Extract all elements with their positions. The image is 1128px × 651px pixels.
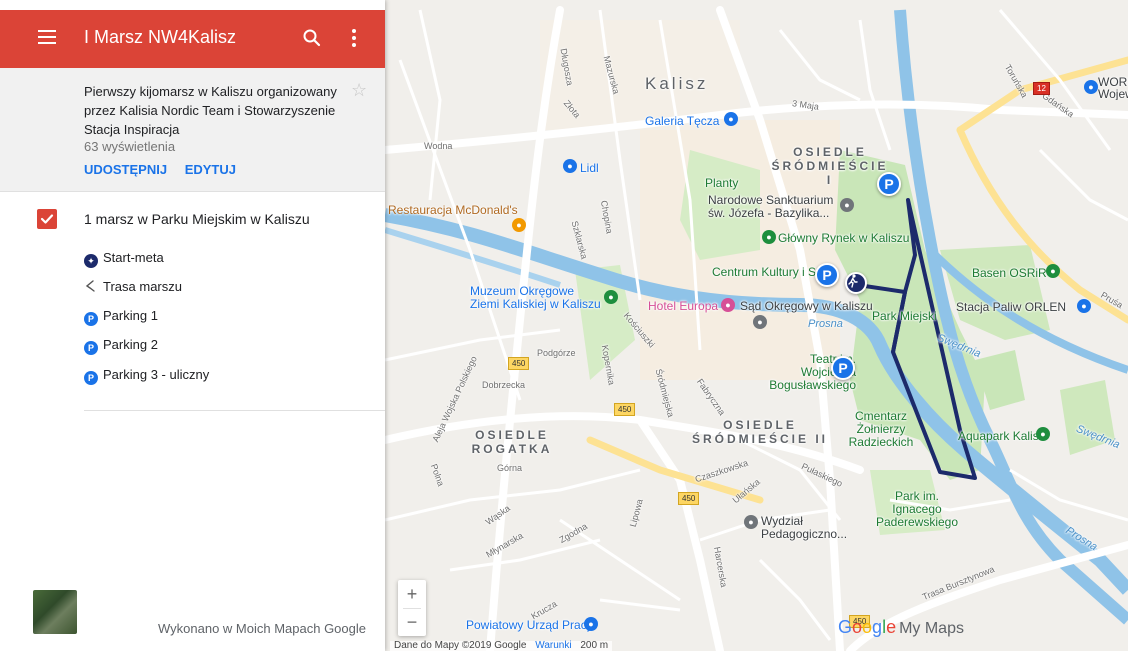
district-label-srodmiescie-1: OSIEDLE ŚRÓDMIEŚCIE I — [771, 145, 889, 187]
legend-item-parking-1[interactable]: P Parking 1 — [84, 306, 158, 326]
road-number-shield: 450 — [614, 403, 636, 416]
poi-basen[interactable]: Basen OSRiR — [972, 266, 1047, 280]
poi-muzeum[interactable]: Muzeum Okręgowe Ziemi Kaliskiej w Kalisz… — [470, 285, 605, 311]
search-icon[interactable] — [302, 28, 322, 48]
district-label-srodmiescie-2: OSIEDLE ŚRÓDMIEŚCIE II — [691, 418, 828, 446]
map-attribution: Dane do Mapy ©2019 Google Warunki 200 m — [390, 640, 613, 651]
poi-urzad[interactable]: Powiatowy Urząd Pracy — [466, 618, 593, 632]
poi-centrum[interactable]: Centrum Kultury i S... — [712, 265, 826, 279]
route-line-icon — [85, 280, 95, 292]
parking-marker-3[interactable]: P — [831, 356, 855, 380]
hotel-icon[interactable]: ● — [721, 298, 735, 312]
poi-cmentarz[interactable]: Cmentarz Żołnierzy Radzieckich — [845, 410, 917, 449]
river-label-prosna: Prosna — [808, 318, 843, 330]
legend-item-parking-2[interactable]: P Parking 2 — [84, 335, 158, 355]
road-number-shield: 12 — [1033, 82, 1050, 95]
legend-label: Parking 1 — [103, 308, 158, 323]
landmark-icon[interactable]: ● — [753, 315, 767, 329]
poi-sanktuarium[interactable]: Narodowe Sanktuarium św. Józefa - Bazyli… — [708, 194, 838, 220]
zoom-separator — [403, 608, 421, 609]
menu-icon[interactable] — [38, 30, 56, 44]
landmark-icon[interactable]: ● — [762, 230, 776, 244]
street-label: Podgórze — [537, 348, 576, 358]
office-icon[interactable]: ● — [584, 617, 598, 631]
city-label: Kalisz — [645, 74, 709, 93]
legend-label: Start-meta — [103, 250, 164, 265]
start-meta-marker[interactable] — [845, 272, 867, 294]
road-number-shield: 450 — [508, 357, 530, 370]
map-actions: UDOSTĘPNIJ EDYTUJ — [84, 162, 250, 177]
walker-icon — [848, 274, 858, 288]
street-label: Dobrzecka — [482, 380, 526, 390]
brand-text: My Maps — [899, 620, 964, 637]
legend-item-parking-3[interactable]: P Parking 3 - uliczny — [84, 365, 209, 385]
attribution-text: Dane do Mapy ©2019 Google — [394, 640, 527, 651]
poi-paderewski[interactable]: Park im. Ignacego Paderewskiego — [872, 490, 962, 529]
street-label: Wodna — [424, 141, 453, 151]
walker-icon: ✦ — [84, 254, 98, 268]
parking-icon: P — [84, 341, 98, 355]
office-icon[interactable]: ● — [1084, 80, 1098, 94]
poi-planty[interactable]: Planty — [705, 176, 738, 190]
layer-checkbox[interactable] — [37, 209, 57, 229]
poi-rynek[interactable]: Główny Rynek w Kaliszu — [778, 231, 909, 245]
edit-button[interactable]: EDYTUJ — [185, 162, 236, 177]
check-icon — [40, 214, 54, 224]
parking-marker-1[interactable]: P — [877, 172, 901, 196]
parking-marker-2[interactable]: P — [815, 263, 839, 287]
sidebar-header: I Marsz NW4Kalisz — [0, 10, 385, 68]
terms-link[interactable]: Warunki — [535, 640, 571, 651]
map-description: Pierwszy kijomarsz w Kaliszu organizowan… — [84, 84, 337, 137]
church-icon[interactable]: ● — [840, 198, 854, 212]
poi-wydzial[interactable]: Wydział Pedagogiczno... — [761, 515, 851, 541]
layer-divider — [84, 410, 385, 411]
view-count: 63 wyświetlenia — [84, 139, 176, 154]
poi-park[interactable]: Park Miejski — [872, 309, 937, 323]
scale-label: 200 m — [580, 640, 609, 651]
poi-hotel[interactable]: Hotel Europa — [648, 299, 718, 313]
zoom-out-button[interactable]: − — [398, 608, 426, 636]
street-label: Górna — [497, 463, 523, 473]
legend-label: Trasa marszu — [103, 279, 182, 294]
layer-title[interactable]: 1 marsz w Parku Miejskim w Kaliszu — [84, 211, 310, 227]
zoom-control: + − — [398, 580, 426, 636]
poi-mcdonalds[interactable]: Restauracja McDonald's — [388, 203, 518, 217]
more-options-icon[interactable] — [346, 29, 362, 49]
poi-aquapark[interactable]: Aquapark Kalisz — [958, 429, 1045, 443]
fuel-icon[interactable]: ● — [1077, 299, 1091, 313]
sidebar: I Marsz NW4Kalisz Pierwszy kijomarsz w K… — [0, 0, 385, 651]
poi-sad[interactable]: Sąd Okręgowy w Kaliszu — [740, 299, 873, 313]
map-title: I Marsz NW4Kalisz — [84, 27, 237, 47]
legend-item-start-meta[interactable]: ✦ Start-meta — [84, 248, 164, 268]
pool-icon[interactable]: ● — [1046, 264, 1060, 278]
footer-credit: Wykonano w Moich Mapach Google — [158, 621, 366, 636]
district-label-rogatka: OSIEDLE ROGATKA — [471, 428, 553, 456]
poi-galeria[interactable]: Galeria Tęcza — [645, 114, 719, 128]
poi-word[interactable]: WORD Wojew... — [1098, 76, 1128, 100]
school-icon[interactable]: ● — [744, 515, 758, 529]
parking-icon: P — [84, 312, 98, 326]
poi-orlen[interactable]: Stacja Paliw ORLEN — [956, 300, 1066, 314]
share-button[interactable]: UDOSTĘPNIJ — [84, 162, 167, 177]
shopping-icon[interactable]: ● — [724, 112, 738, 126]
google-my-maps-logo: Google My Maps — [838, 617, 964, 637]
star-icon[interactable]: ☆ — [351, 80, 367, 101]
restaurant-icon[interactable]: ● — [512, 218, 526, 232]
map-description-panel: Pierwszy kijomarsz w Kaliszu organizowan… — [0, 68, 385, 192]
pool-icon[interactable]: ● — [1036, 427, 1050, 441]
road-number-shield: 450 — [678, 492, 700, 505]
legend-label: Parking 3 - uliczny — [103, 367, 210, 382]
legend-label: Parking 2 — [103, 337, 158, 352]
zoom-in-button[interactable]: + — [398, 580, 426, 608]
poi-lidl[interactable]: Lidl — [580, 161, 599, 175]
parking-icon: P — [84, 371, 98, 385]
legend-item-trasa[interactable]: Trasa marszu — [84, 277, 182, 297]
museum-icon[interactable]: ● — [604, 290, 618, 304]
satellite-thumbnail[interactable] — [33, 590, 77, 634]
shopping-icon[interactable]: ● — [563, 159, 577, 173]
